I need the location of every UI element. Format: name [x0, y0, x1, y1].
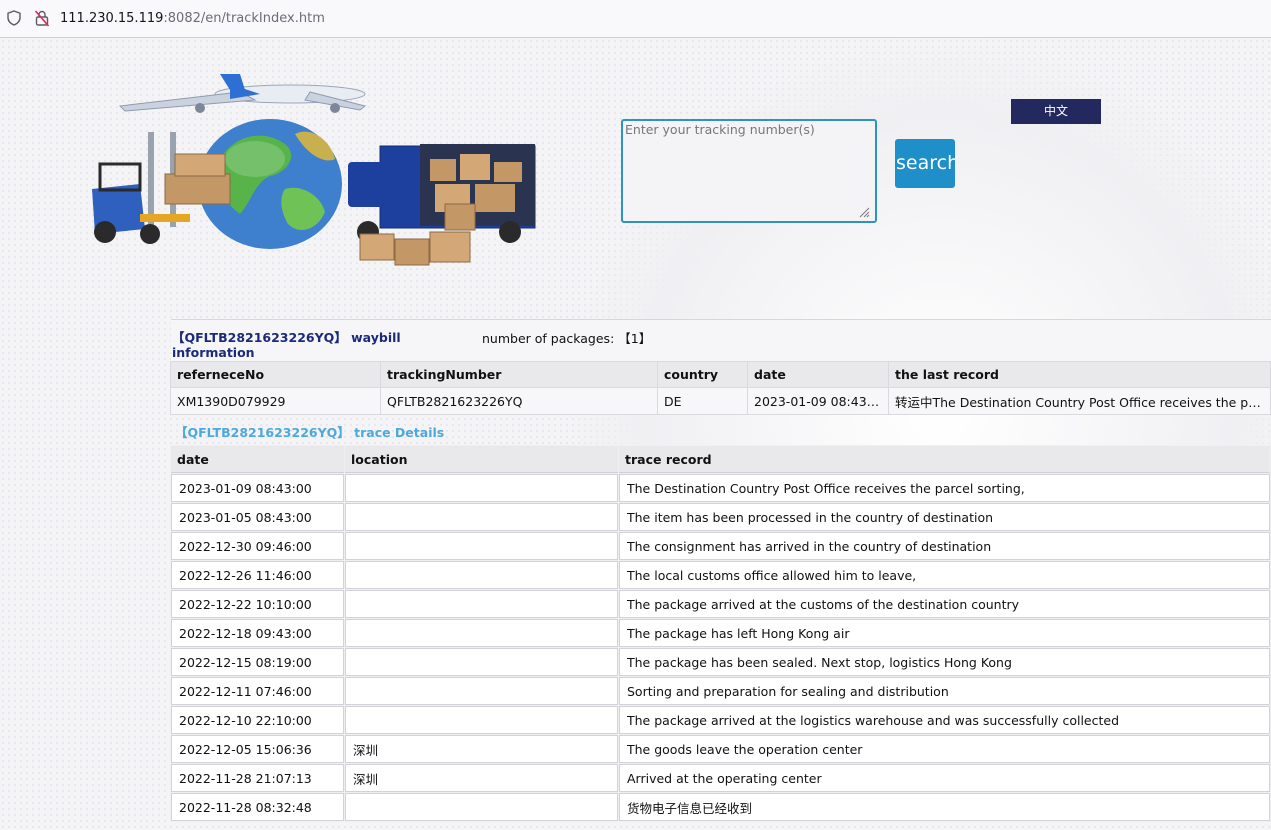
- trace-record-cell: Sorting and preparation for sealing and …: [619, 677, 1270, 705]
- trace-record-cell: The package arrived at the customs of th…: [619, 590, 1270, 618]
- column-header: country: [658, 362, 747, 387]
- location-cell: [345, 474, 618, 502]
- logistics-illustration: [92, 74, 536, 266]
- url-path: :8082/en/trackIndex.htm: [163, 11, 325, 26]
- column-header: location: [345, 446, 618, 473]
- table-row: 2022-12-26 11:46:00 The local customs off…: [171, 561, 1270, 589]
- date-cell: 2022-11-28 08:32:48: [171, 793, 344, 821]
- date-cell: 2022-12-18 09:43:00: [171, 619, 344, 647]
- table-header-row: referneceNo trackingNumber country date …: [171, 362, 1270, 387]
- table-row: 2022-12-05 15:06:36 深圳 The goods leave the…: [171, 735, 1270, 763]
- truck-container-icon: [348, 144, 536, 266]
- date-cell: 2023-01-09 08:43:00: [171, 474, 344, 502]
- location-cell: [345, 532, 618, 560]
- trace-record-cell: The goods leave the operation center: [619, 735, 1270, 763]
- table-row: 2022-12-15 08:19:00 The package has been …: [171, 648, 1270, 676]
- country-cell: DE: [658, 388, 747, 414]
- date-cell: 2022-11-28 21:07:13: [171, 764, 344, 792]
- location-cell: [345, 648, 618, 676]
- location-cell: 深圳: [345, 735, 618, 763]
- date-cell: 2022-12-22 10:10:00: [171, 590, 344, 618]
- column-header: trace record: [619, 446, 1270, 473]
- table-row: 2022-12-22 10:10:00 The package arrived a…: [171, 590, 1270, 618]
- insecure-lock-icon[interactable]: [34, 9, 50, 27]
- table-row: XM1390D079929 QFLTB2821623226YQ DE 2023-…: [171, 388, 1270, 414]
- address-bar[interactable]: 111.230.15.119:8082/en/trackIndex.htm: [0, 0, 1271, 38]
- url-host: 111.230.15.119: [60, 11, 164, 26]
- table-row: 2022-12-30 09:46:00 The consignment has a…: [171, 532, 1270, 560]
- trace-details-table: date location trace record 2023-01-09 08…: [170, 445, 1271, 822]
- search-button[interactable]: search: [895, 139, 955, 188]
- column-header: trackingNumber: [381, 362, 657, 387]
- location-cell: [345, 677, 618, 705]
- airplane-icon: [118, 74, 367, 113]
- last-record-cell: 转运中The Destination Country Post Office r…: [889, 388, 1270, 414]
- column-header: date: [748, 362, 888, 387]
- date-cell: 2023-01-09 08:43:00: [748, 388, 888, 414]
- trace-record-cell: Arrived at the operating center: [619, 764, 1270, 792]
- tracking-number-input[interactable]: [621, 119, 877, 223]
- table-header-row: date location trace record: [171, 446, 1270, 473]
- forklift-icon: [92, 132, 231, 244]
- trace-record-cell: 货物电子信息已经收到: [619, 793, 1270, 821]
- resize-grip-icon[interactable]: [858, 206, 870, 218]
- location-cell: [345, 590, 618, 618]
- trace-record-cell: The Destination Country Post Office rece…: [619, 474, 1270, 502]
- location-cell: [345, 793, 618, 821]
- column-header: referneceNo: [171, 362, 380, 387]
- shield-icon[interactable]: [6, 10, 22, 26]
- column-header: date: [171, 446, 344, 473]
- location-cell: [345, 561, 618, 589]
- location-cell: 深圳: [345, 764, 618, 792]
- table-row: 2022-11-28 08:32:48 货物电子信息已经收到: [171, 793, 1270, 821]
- date-cell: 2023-01-05 08:43:00: [171, 503, 344, 531]
- table-row: 2022-11-28 21:07:13 深圳 Arrived at the oper…: [171, 764, 1270, 792]
- trace-details-title: 【QFLTB2821623226YQ】 trace Details: [175, 425, 445, 440]
- trace-record-cell: The local customs office allowed him to …: [619, 561, 1270, 589]
- trace-record-cell: The consignment has arrived in the count…: [619, 532, 1270, 560]
- location-cell: [345, 503, 618, 531]
- table-row: 2022-12-10 22:10:00 The package arrived a…: [171, 706, 1270, 734]
- date-cell: 2022-12-26 11:46:00: [171, 561, 344, 589]
- waybill-title: 【QFLTB2821623226YQ】 waybill information: [172, 330, 401, 360]
- trace-record-cell: The package has left Hong Kong air: [619, 619, 1270, 647]
- reference-number-cell: XM1390D079929: [171, 388, 380, 414]
- column-header: the last record: [889, 362, 1270, 387]
- table-row: 2022-12-11 07:46:00 Sorting and preparati…: [171, 677, 1270, 705]
- location-cell: [345, 619, 618, 647]
- package-count: number of packages: 【1】: [482, 331, 652, 346]
- date-cell: 2022-12-05 15:06:36: [171, 735, 344, 763]
- table-row: 2022-12-18 09:43:00 The package has left …: [171, 619, 1270, 647]
- trace-record-cell: The package has been sealed. Next stop, …: [619, 648, 1270, 676]
- chinese-language-button[interactable]: 中文: [1011, 99, 1101, 124]
- date-cell: 2022-12-10 22:10:00: [171, 706, 344, 734]
- date-cell: 2022-12-15 08:19:00: [171, 648, 344, 676]
- date-cell: 2022-12-11 07:46:00: [171, 677, 344, 705]
- url-text[interactable]: 111.230.15.119:8082/en/trackIndex.htm: [60, 10, 325, 27]
- date-cell: 2022-12-30 09:46:00: [171, 532, 344, 560]
- waybill-summary-table: referneceNo trackingNumber country date …: [170, 361, 1271, 415]
- trace-record-cell: The item has been processed in the count…: [619, 503, 1270, 531]
- tracking-number-cell: QFLTB2821623226YQ: [381, 388, 657, 414]
- table-row: 2023-01-09 08:43:00 The Destination Count…: [171, 474, 1270, 502]
- location-cell: [345, 706, 618, 734]
- trace-record-cell: The package arrived at the logistics war…: [619, 706, 1270, 734]
- table-row: 2023-01-05 08:43:00 The item has been pro…: [171, 503, 1270, 531]
